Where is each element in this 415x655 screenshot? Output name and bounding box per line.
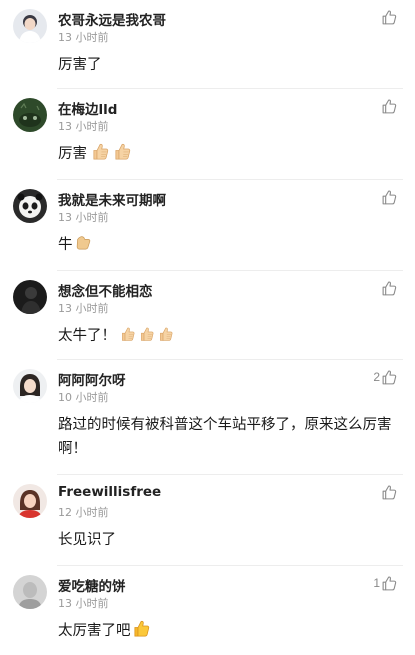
comment-item: 我就是未来可期啊 13 小时前 牛 xyxy=(0,180,415,271)
timestamp: 13 小时前 xyxy=(58,211,109,224)
avatar[interactable] xyxy=(13,575,47,609)
ok-hand-emoji xyxy=(74,234,92,260)
thumbs-up-emoji xyxy=(139,325,155,351)
comment-text-body: 牛 xyxy=(58,237,73,253)
emoji-row xyxy=(120,325,177,351)
like-button[interactable] xyxy=(380,188,398,206)
like-count: 2 xyxy=(373,370,380,384)
comment-text: 太厉害了吧 xyxy=(58,619,403,646)
username[interactable]: 农哥永远是我农哥 xyxy=(58,9,166,29)
thumbs-up-icon xyxy=(381,575,398,592)
comment-text: 长见识了 xyxy=(58,528,403,552)
thumbs-up-emoji xyxy=(113,142,132,169)
emoji-row xyxy=(91,142,135,169)
timestamp: 13 小时前 xyxy=(58,120,109,133)
avatar[interactable] xyxy=(13,369,47,403)
timestamp: 10 小时前 xyxy=(58,391,109,404)
comment-text-body: 太牛了！ xyxy=(58,328,116,344)
timestamp: 12 小时前 xyxy=(58,506,109,519)
comment-text: 厉害了 xyxy=(58,53,403,77)
thumbs-up-icon xyxy=(381,189,398,206)
timestamp: 13 小时前 xyxy=(58,302,109,315)
emoji-row xyxy=(132,619,154,646)
thumbs-up-icon xyxy=(381,9,398,26)
avatar[interactable] xyxy=(13,9,47,43)
comment-text: 厉害 xyxy=(58,142,403,169)
comment-text-body: 厉害了 xyxy=(58,57,102,73)
comment-text: 路过的时候有被科普这个车站平移了，原来这么厉害啊！ xyxy=(58,413,403,461)
like-button[interactable]: 1 xyxy=(373,574,398,592)
comment-item: 爱吃糖的饼 13 小时前 1 太厉害了吧 xyxy=(0,566,415,655)
like-button[interactable]: 2 xyxy=(373,368,398,386)
username[interactable]: 阿阿阿尔呀 xyxy=(58,369,126,389)
thumbs-up-icon xyxy=(381,98,398,115)
comment-item: 农哥永远是我农哥 13 小时前 厉害了 xyxy=(0,0,415,89)
thumbs-up-icon xyxy=(381,369,398,386)
emoji-row xyxy=(74,234,95,260)
username[interactable]: 想念但不能相恋 xyxy=(58,280,153,300)
comment-text-body: 长见识了 xyxy=(58,532,116,548)
comment-item: 想念但不能相恋 13 小时前 太牛了！ xyxy=(0,271,415,360)
username[interactable]: 在梅边lld xyxy=(58,98,117,118)
comment-text-body: 厉害 xyxy=(58,146,87,162)
timestamp: 13 小时前 xyxy=(58,597,109,610)
thumbs-up-emoji xyxy=(120,325,136,351)
comment-text: 太牛了！ xyxy=(58,324,403,351)
comment-item: 阿阿阿尔呀 10 小时前 2 路过的时候有被科普这个车站平移了，原来这么厉害啊！ xyxy=(0,360,415,475)
thumbs-up-emoji xyxy=(158,325,174,351)
avatar[interactable] xyxy=(13,189,47,223)
thumbs-up-icon xyxy=(381,280,398,297)
thumbs-up-emoji xyxy=(91,142,110,169)
like-button[interactable] xyxy=(380,279,398,297)
avatar[interactable] xyxy=(13,98,47,132)
avatar[interactable] xyxy=(13,484,47,518)
avatar[interactable] xyxy=(13,280,47,314)
username[interactable]: 我就是未来可期啊 xyxy=(58,189,166,209)
like-button[interactable] xyxy=(380,483,398,501)
comment-item: Freewillisfree 12 小时前 长见识了 xyxy=(0,475,415,566)
comment-text-body: 路过的时候有被科普这个车站平移了，原来这么厉害啊！ xyxy=(58,417,392,457)
thumbs-up-emoji xyxy=(132,619,151,646)
thumbs-up-icon xyxy=(381,484,398,501)
comment-text-body: 太厉害了吧 xyxy=(58,623,131,639)
username[interactable]: Freewillisfree xyxy=(58,484,161,500)
timestamp: 13 小时前 xyxy=(58,31,109,44)
comment-item: 在梅边lld 13 小时前 厉害 xyxy=(0,89,415,180)
username[interactable]: 爱吃糖的饼 xyxy=(58,575,126,595)
like-button[interactable] xyxy=(380,8,398,26)
like-count: 1 xyxy=(373,576,380,590)
comment-text: 牛 xyxy=(58,233,403,260)
like-button[interactable] xyxy=(380,97,398,115)
